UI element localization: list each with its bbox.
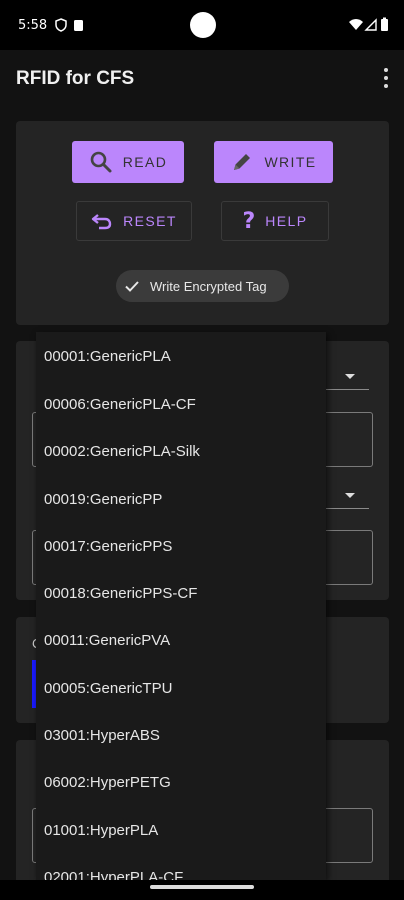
check-icon: [125, 281, 139, 292]
dropdown-item[interactable]: 00006:GenericPLA-CF: [44, 396, 196, 413]
dropdown-item[interactable]: 03001:HyperABS: [44, 727, 160, 744]
dropdown-item[interactable]: 00001:GenericPLA: [44, 348, 171, 365]
help-button[interactable]: ? HELP: [221, 201, 329, 241]
material-select-underline: [326, 389, 369, 390]
dropdown-item[interactable]: 01001:HyperPLA: [44, 822, 158, 839]
dropdown-item[interactable]: 00019:GenericPP: [44, 491, 162, 508]
nav-bar: [0, 880, 404, 900]
write-button[interactable]: WRITE: [214, 141, 333, 183]
camera-cutout: [190, 12, 216, 38]
status-right-icons: [348, 17, 390, 38]
write-encrypted-chip[interactable]: Write Encrypted Tag: [116, 270, 289, 302]
battery-icon: [381, 17, 388, 31]
write-label: WRITE: [264, 154, 317, 170]
dropdown-item[interactable]: 00018:GenericPPS-CF: [44, 585, 197, 602]
read-button[interactable]: READ: [72, 141, 184, 183]
help-label: HELP: [265, 213, 308, 229]
status-left-icons: [55, 18, 85, 37]
undo-icon: [91, 214, 112, 230]
status-bar: 5:58: [0, 0, 404, 50]
dropdown-item[interactable]: 00002:GenericPLA-Silk: [44, 443, 200, 460]
secondary-select-underline: [326, 508, 369, 509]
app-bar: RFID for CFS: [0, 50, 404, 108]
pencil-icon: [234, 154, 251, 170]
chevron-down-icon[interactable]: [345, 374, 355, 379]
wifi-icon: [349, 19, 363, 30]
read-label: READ: [122, 154, 168, 170]
dropdown-item[interactable]: 06002:HyperPETG: [44, 774, 171, 791]
chevron-down-icon[interactable]: [345, 493, 355, 498]
reset-label: RESET: [123, 213, 177, 229]
dropdown-item[interactable]: 00017:GenericPPS: [44, 538, 172, 555]
dropdown-item[interactable]: 02001:HyperPLA-CF: [44, 869, 183, 880]
dropdown-item[interactable]: 00011:GenericPVA: [44, 632, 170, 649]
write-encrypted-label: Write Encrypted Tag: [150, 278, 267, 294]
home-gesture-handle[interactable]: [150, 885, 254, 889]
cell-signal-icon: [364, 18, 377, 31]
search-icon: [90, 151, 112, 173]
status-time: 5:58: [18, 18, 48, 33]
dropdown-item[interactable]: 00005:GenericTPU: [44, 680, 172, 697]
more-vert-icon[interactable]: [382, 68, 390, 88]
shield-icon: [55, 18, 83, 32]
reset-button[interactable]: RESET: [76, 201, 192, 241]
question-icon: ?: [242, 208, 256, 234]
app-title: RFID for CFS: [16, 68, 135, 89]
material-dropdown-menu: 00001:GenericPLA 00006:GenericPLA-CF 000…: [36, 332, 326, 880]
